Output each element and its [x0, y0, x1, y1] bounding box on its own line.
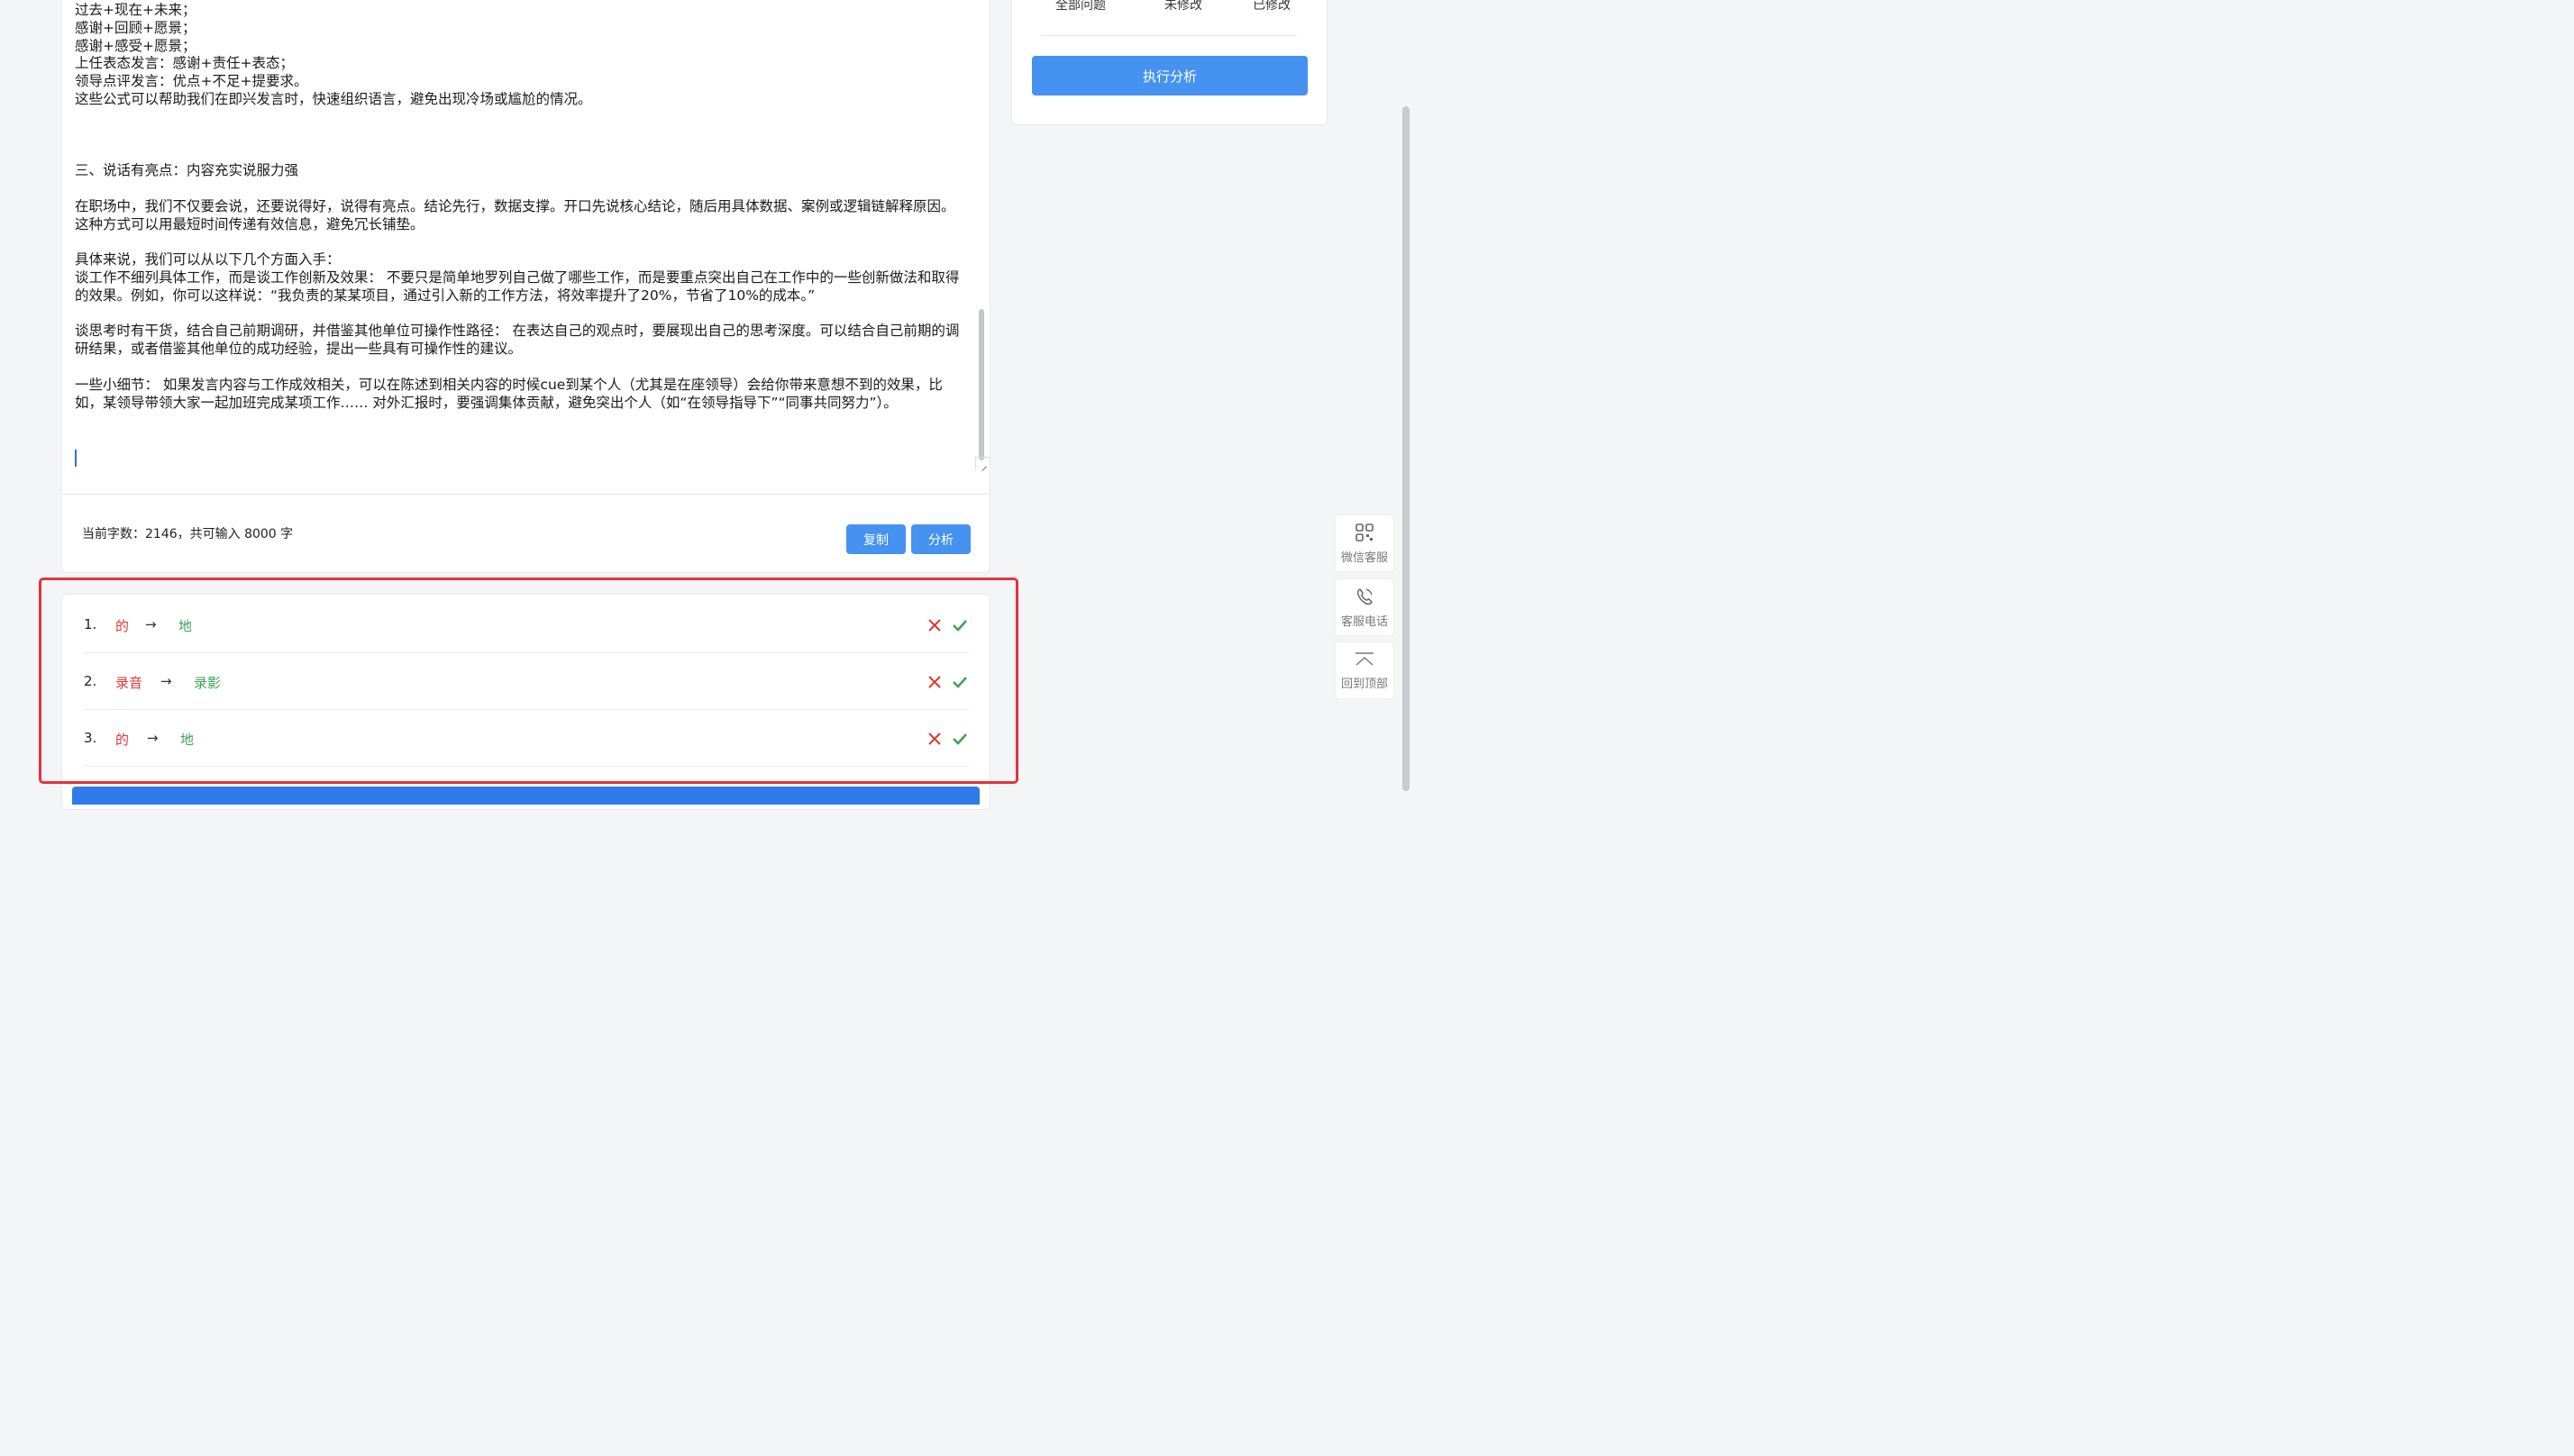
- run-analysis-button[interactable]: 执行分析: [1032, 56, 1308, 96]
- editor-scrollbar[interactable]: [975, 1, 988, 468]
- qr-grid-icon: [1355, 523, 1374, 541]
- page-scrollbar[interactable]: [1402, 106, 1410, 791]
- copy-button[interactable]: 复制: [846, 524, 906, 554]
- phone-service-button[interactable]: 客服电话: [1335, 578, 1394, 636]
- divider: [62, 494, 990, 495]
- back-to-top-label: 回到顶部: [1340, 677, 1388, 691]
- back-to-top-icon: [1355, 651, 1374, 666]
- analyze-button[interactable]: 分析: [911, 524, 971, 554]
- tab-unmodified[interactable]: 未修改: [1164, 0, 1202, 14]
- editor-scroll-thumb[interactable]: [979, 309, 984, 460]
- wechat-service-button[interactable]: 微信客服: [1335, 514, 1394, 572]
- word-count: 当前字数：2146，共可输入 8000 字: [82, 527, 294, 541]
- highlight-frame: [39, 578, 1018, 784]
- phone-service-label: 客服电话: [1340, 614, 1388, 629]
- tab-modified[interactable]: 已修改: [1253, 0, 1291, 14]
- back-to-top-button[interactable]: 回到顶部: [1335, 642, 1394, 699]
- filter-tabs: 全部问题 未修改 已修改: [1043, 0, 1304, 14]
- phone-icon: [1356, 587, 1373, 605]
- editor-textarea[interactable]: 过去+现在+未来； 感谢+回顾+愿景； 感谢+感受+愿景； 上任表态发言：感谢+…: [75, 2, 969, 412]
- editor-card: 过去+现在+未来； 感谢+回顾+愿景； 感谢+感受+愿景； 上任表态发言：感谢+…: [61, 0, 990, 573]
- analysis-panel: 全部问题 未修改 已修改 执行分析: [1011, 0, 1328, 125]
- resize-handle-icon[interactable]: [975, 457, 990, 469]
- text-caret: [75, 450, 77, 467]
- tab-all-issues[interactable]: 全部问题: [1055, 0, 1106, 14]
- divider: [1041, 35, 1297, 36]
- wechat-service-label: 微信客服: [1340, 551, 1388, 565]
- apply-all-button[interactable]: [72, 787, 980, 805]
